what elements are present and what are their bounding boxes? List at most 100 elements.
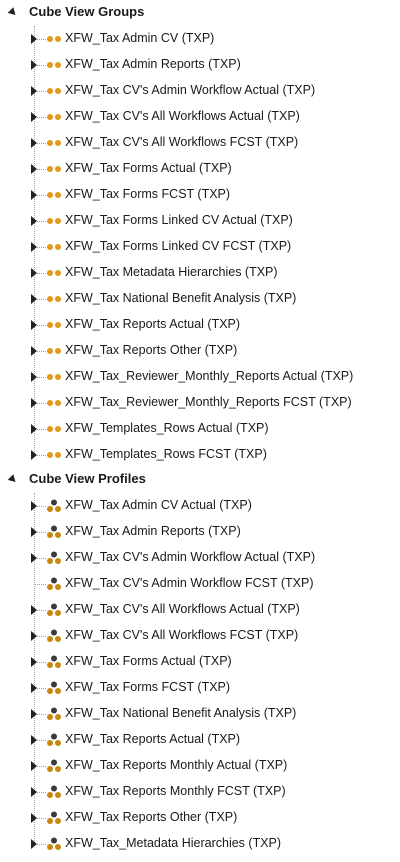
- tree-item[interactable]: XFW_Tax CV's Admin Workflow Actual (TXP): [0, 545, 400, 571]
- cube-view-group-icon: [46, 110, 62, 124]
- tree-item[interactable]: XFW_Tax CV's All Workflows FCST (TXP): [0, 130, 400, 156]
- tree-item-label: XFW_Tax Reports Other (TXP): [65, 343, 238, 357]
- cube-view-profile-icon: [46, 733, 62, 747]
- cube-view-group-icon: [46, 396, 62, 410]
- tree-item[interactable]: XFW_Templates_Rows Actual (TXP): [0, 416, 400, 442]
- expand-triangle-icon[interactable]: [31, 787, 37, 797]
- tree-item[interactable]: XFW_Tax Admin Reports (TXP): [0, 52, 400, 78]
- expand-triangle-icon[interactable]: [31, 761, 37, 771]
- tree-item-label: XFW_Tax Forms Linked CV FCST (TXP): [65, 239, 292, 253]
- expand-triangle-icon[interactable]: [31, 268, 37, 278]
- tree-item[interactable]: XFW_Tax Reports Actual (TXP): [0, 312, 400, 338]
- group-header-cube-view-groups[interactable]: Cube View Groups: [0, 0, 400, 26]
- expand-triangle-icon[interactable]: [31, 424, 37, 434]
- tree-item-label: XFW_Tax Reports Monthly Actual (TXP): [65, 758, 288, 772]
- tree-item[interactable]: XFW_Tax Forms FCST (TXP): [0, 182, 400, 208]
- tree-item[interactable]: XFW_Tax National Benefit Analysis (TXP): [0, 701, 400, 727]
- expand-triangle-icon[interactable]: [31, 735, 37, 745]
- cube-view-group-icon: [46, 448, 62, 462]
- cube-view-profile-icon: [46, 811, 62, 825]
- tree-item[interactable]: XFW_Tax Forms Linked CV Actual (TXP): [0, 208, 400, 234]
- cube-view-profile-icon: [46, 499, 62, 513]
- expand-triangle-icon[interactable]: [31, 839, 37, 849]
- expand-triangle-icon[interactable]: [31, 372, 37, 382]
- expand-triangle-icon[interactable]: [31, 86, 37, 96]
- expand-triangle-icon[interactable]: [31, 398, 37, 408]
- tree-item[interactable]: XFW_Tax Admin CV Actual (TXP): [0, 493, 400, 519]
- tree-item[interactable]: XFW_Tax CV's Admin Workflow Actual (TXP): [0, 78, 400, 104]
- expand-triangle-icon[interactable]: [31, 216, 37, 226]
- expand-triangle-icon[interactable]: [31, 450, 37, 460]
- expand-triangle-icon[interactable]: [31, 553, 37, 563]
- expand-triangle-icon[interactable]: [31, 657, 37, 667]
- cube-view-profile-icon: [46, 655, 62, 669]
- cube-view-group-icon: [46, 240, 62, 254]
- tree-item[interactable]: XFW_Tax Forms Linked CV FCST (TXP): [0, 234, 400, 260]
- tree-item-label: XFW_Tax Admin Reports (TXP): [65, 57, 241, 71]
- tree-item-label: XFW_Tax National Benefit Analysis (TXP): [65, 706, 297, 720]
- cube-view-group-icon: [46, 214, 62, 228]
- tree-item[interactable]: XFW_Tax Metadata Hierarchies (TXP): [0, 260, 400, 286]
- tree-item-label: XFW_Tax_Reviewer_Monthly_Reports Actual …: [65, 369, 354, 383]
- expand-triangle-icon[interactable]: [31, 527, 37, 537]
- tree-item[interactable]: XFW_Tax CV's All Workflows FCST (TXP): [0, 623, 400, 649]
- tree-item-label: XFW_Tax Metadata Hierarchies (TXP): [65, 265, 278, 279]
- tree-item[interactable]: XFW_Tax Admin Reports (TXP): [0, 519, 400, 545]
- cube-view-profile-icon: [46, 603, 62, 617]
- tree-item[interactable]: XFW_Tax_Reviewer_Monthly_Reports FCST (T…: [0, 390, 400, 416]
- cube-view-group-icon: [46, 162, 62, 176]
- tree-item-label: XFW_Tax Forms Actual (TXP): [65, 654, 232, 668]
- tree-item-label: XFW_Tax_Reviewer_Monthly_Reports FCST (T…: [65, 395, 352, 409]
- group-label: Cube View Groups: [29, 4, 145, 19]
- tree-item-label: XFW_Tax CV's All Workflows FCST (TXP): [65, 135, 299, 149]
- cube-view-profile-icon: [46, 577, 62, 591]
- tree-item-label: XFW_Tax Reports Other (TXP): [65, 810, 238, 824]
- tree-item[interactable]: XFW_Tax Reports Actual (TXP): [0, 727, 400, 753]
- expand-triangle-icon[interactable]: [31, 112, 37, 122]
- group-header-cube-view-profiles[interactable]: Cube View Profiles: [0, 467, 400, 493]
- expand-triangle-icon[interactable]: [31, 294, 37, 304]
- tree-item-label: XFW_Tax Forms FCST (TXP): [65, 187, 231, 201]
- tree-item-label: XFW_Tax CV's Admin Workflow Actual (TXP): [65, 83, 316, 97]
- tree-item[interactable]: XFW_Tax_Reviewer_Monthly_Reports Actual …: [0, 364, 400, 390]
- expand-triangle-icon[interactable]: [31, 164, 37, 174]
- cube-view-group-icon: [46, 422, 62, 436]
- expand-triangle-icon[interactable]: [31, 813, 37, 823]
- tree-item-label: XFW_Tax Reports Monthly FCST (TXP): [65, 784, 286, 798]
- cube-view-group-icon: [46, 266, 62, 280]
- cube-view-profile-icon: [46, 759, 62, 773]
- collapse-triangle-icon[interactable]: [7, 7, 19, 18]
- expand-triangle-icon[interactable]: [31, 346, 37, 356]
- expand-triangle-icon[interactable]: [31, 34, 37, 44]
- tree-item[interactable]: XFW_Tax CV's All Workflows Actual (TXP): [0, 597, 400, 623]
- cube-view-group-icon: [46, 84, 62, 98]
- cube-view-group-icon: [46, 344, 62, 358]
- tree-item[interactable]: XFW_Tax Reports Other (TXP): [0, 338, 400, 364]
- tree-item[interactable]: XFW_Tax Reports Monthly FCST (TXP): [0, 779, 400, 805]
- expand-triangle-icon[interactable]: [31, 190, 37, 200]
- expand-triangle-icon[interactable]: [31, 631, 37, 641]
- tree-item[interactable]: XFW_Tax Forms FCST (TXP): [0, 675, 400, 701]
- tree-item[interactable]: XFW_Tax Reports Monthly Actual (TXP): [0, 753, 400, 779]
- tree-item[interactable]: XFW_Tax CV's All Workflows Actual (TXP): [0, 104, 400, 130]
- tree-item[interactable]: XFW_Tax CV's Admin Workflow FCST (TXP): [0, 571, 400, 597]
- expand-triangle-icon[interactable]: [31, 501, 37, 511]
- tree-item[interactable]: XFW_Tax Forms Actual (TXP): [0, 649, 400, 675]
- cube-view-profile-icon: [46, 551, 62, 565]
- expand-triangle-icon[interactable]: [31, 709, 37, 719]
- expand-triangle-icon[interactable]: [31, 242, 37, 252]
- expand-triangle-icon[interactable]: [31, 138, 37, 148]
- cube-view-profile-icon: [46, 837, 62, 851]
- tree-item[interactable]: XFW_Tax Forms Actual (TXP): [0, 156, 400, 182]
- collapse-triangle-icon[interactable]: [7, 474, 19, 485]
- tree-item[interactable]: XFW_Templates_Rows FCST (TXP): [0, 442, 400, 468]
- expand-triangle-icon[interactable]: [31, 683, 37, 693]
- tree-item[interactable]: XFW_Tax National Benefit Analysis (TXP): [0, 286, 400, 312]
- tree-item[interactable]: XFW_Tax Admin CV (TXP): [0, 26, 400, 52]
- expand-triangle-icon[interactable]: [31, 605, 37, 615]
- expand-triangle-icon[interactable]: [31, 60, 37, 70]
- tree-item[interactable]: XFW_Tax_Metadata Hierarchies (TXP): [0, 831, 400, 857]
- expand-triangle-icon[interactable]: [31, 320, 37, 330]
- tree-item-label: XFW_Templates_Rows FCST (TXP): [65, 447, 267, 461]
- tree-item[interactable]: XFW_Tax Reports Other (TXP): [0, 805, 400, 831]
